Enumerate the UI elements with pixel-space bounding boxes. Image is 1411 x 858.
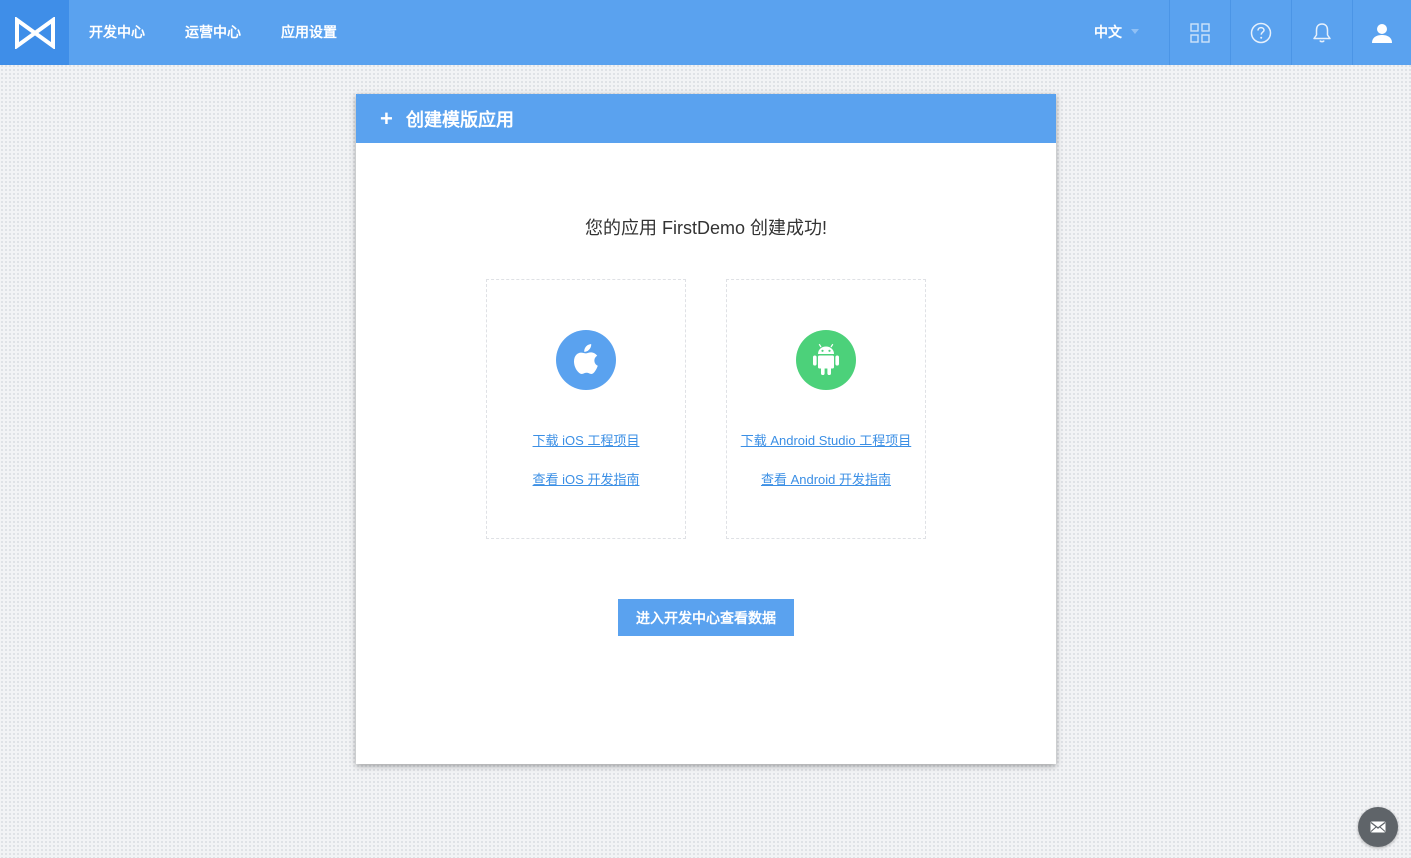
bowtie-logo-icon bbox=[14, 16, 55, 49]
android-panel: 下载 Android Studio 工程项目 查看 Android 开发指南 bbox=[726, 279, 926, 539]
card-title: 创建模版应用 bbox=[406, 109, 514, 130]
download-ios-project-link[interactable]: 下载 iOS 工程项目 bbox=[487, 430, 685, 449]
create-template-app-card: + 创建模版应用 您的应用 FirstDemo 创建成功! 下载 iOS 工程项… bbox=[356, 94, 1056, 764]
android-icon bbox=[813, 343, 839, 375]
apple-icon bbox=[574, 344, 598, 374]
plus-icon: + bbox=[380, 105, 393, 131]
success-message: 您的应用 FirstDemo 创建成功! bbox=[584, 218, 827, 238]
android-dev-guide-link[interactable]: 查看 Android 开发指南 bbox=[727, 469, 925, 488]
apps-button[interactable] bbox=[1169, 0, 1230, 65]
feedback-button[interactable] bbox=[1358, 807, 1398, 847]
ios-badge bbox=[556, 330, 616, 390]
caret-down-icon bbox=[1131, 29, 1139, 34]
user-icon bbox=[1372, 23, 1392, 43]
grid-apps-icon bbox=[1190, 22, 1210, 43]
nav-dev-center[interactable]: 开发中心 bbox=[89, 0, 145, 65]
nav-app-settings[interactable]: 应用设置 bbox=[281, 0, 337, 65]
android-badge bbox=[796, 330, 856, 390]
help-circle-icon bbox=[1250, 22, 1272, 43]
logo[interactable] bbox=[0, 0, 69, 65]
card-header: + 创建模版应用 bbox=[356, 94, 1056, 143]
enter-dev-center-button[interactable]: 进入开发中心查看数据 bbox=[618, 599, 794, 636]
ios-dev-guide-link[interactable]: 查看 iOS 开发指南 bbox=[487, 469, 685, 488]
top-navbar: 开发中心 运营中心 应用设置 中文 bbox=[0, 0, 1411, 65]
user-menu-button[interactable] bbox=[1352, 0, 1411, 65]
bell-icon bbox=[1313, 22, 1331, 42]
mail-icon bbox=[1370, 821, 1386, 833]
help-button[interactable] bbox=[1230, 0, 1291, 65]
notifications-button[interactable] bbox=[1291, 0, 1352, 65]
nav-ops-center[interactable]: 运营中心 bbox=[185, 0, 241, 65]
ios-panel: 下载 iOS 工程项目 查看 iOS 开发指南 bbox=[486, 279, 686, 539]
language-selector[interactable]: 中文 bbox=[1094, 0, 1122, 65]
download-android-project-link[interactable]: 下载 Android Studio 工程项目 bbox=[727, 430, 925, 449]
